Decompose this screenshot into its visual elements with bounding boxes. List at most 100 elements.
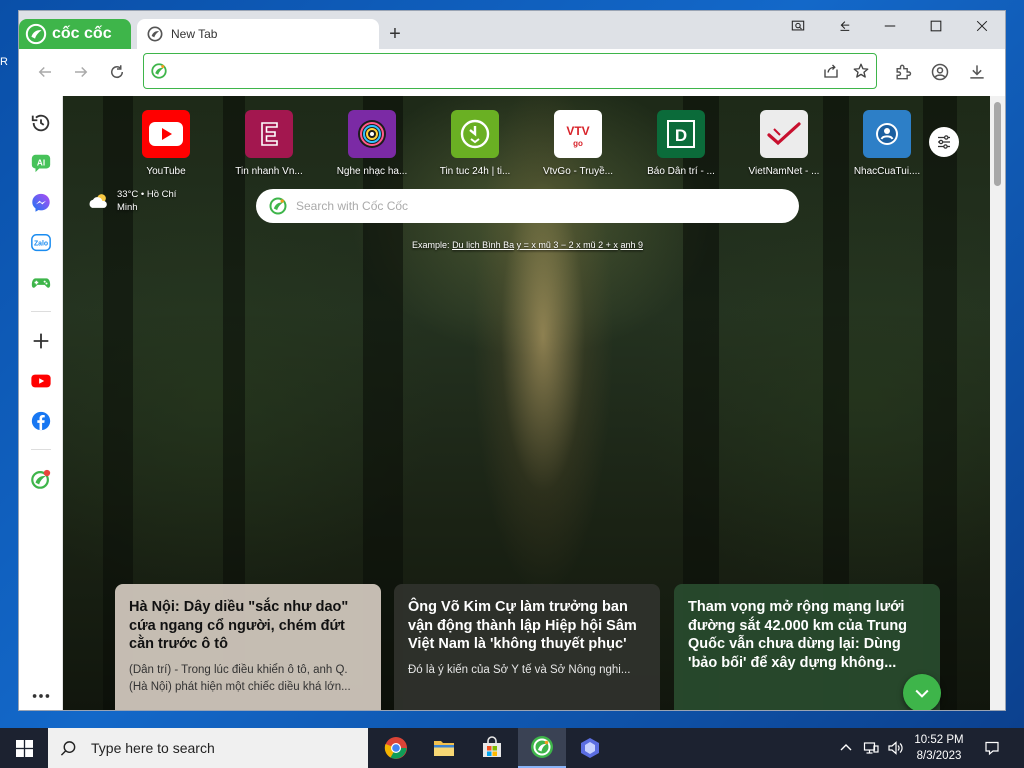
example-link[interactable]: y = x mũ 3 − 2 x mũ 2 + x [517, 240, 618, 250]
tab-search-button[interactable] [775, 11, 821, 41]
minimize-icon [884, 25, 896, 27]
taskbar-search[interactable] [48, 728, 368, 768]
zalo-icon: Zalo [31, 234, 51, 252]
history-icon [31, 114, 50, 132]
messenger-button[interactable] [28, 190, 54, 216]
windows-taskbar: 10:52 PM 8/3/2023 [0, 728, 1024, 768]
shortcut-label: Nghe nhạc ha... [336, 166, 408, 177]
profile-button[interactable] [926, 58, 954, 86]
weather-location: Minh [117, 202, 138, 213]
news-card[interactable]: Hà Nội: Dây diều "sắc như dao" cứa ngang… [115, 584, 381, 710]
downloads-button[interactable] [963, 58, 991, 86]
coccoc-favicon-icon [147, 26, 163, 42]
maximize-icon [930, 20, 942, 32]
taskbar-file-explorer[interactable] [420, 728, 468, 768]
games-button[interactable] [28, 270, 54, 296]
share-button[interactable] [816, 56, 846, 86]
news-description: Đó là ý kiến của Sở Y tế và Sở Nông nghi… [408, 663, 631, 676]
forward-button[interactable] [69, 60, 93, 84]
coccoc-search-box[interactable] [256, 189, 799, 223]
browser-window: cốc cốc New Tab + AI Zalo YouTube Tin nh… [18, 10, 1006, 711]
shortcut-label: NhacCuaTui.... [853, 166, 921, 177]
taskbar-app-blue[interactable] [566, 728, 614, 768]
sidebar-toggle-button[interactable] [821, 11, 867, 41]
sidebar: AI Zalo [19, 96, 63, 710]
shortcut-nghe-nhac[interactable]: Nghe nhạc ha... [320, 110, 424, 177]
notification-icon [985, 741, 999, 756]
search-icon [60, 740, 76, 756]
shortcut-youtube[interactable]: YouTube [114, 110, 218, 177]
news-title: Hà Nội: Dây diều "sắc như dao" cứa ngang… [129, 599, 349, 652]
scrollbar-thumb[interactable] [994, 102, 1001, 186]
shortcut-vtvgo[interactable]: VTV go VtvGo - Truyề... [526, 110, 630, 177]
shortcut-nhaccuatui[interactable]: NhacCuaTui.... [835, 110, 939, 177]
search-input[interactable] [296, 199, 799, 213]
hexagon-app-icon [581, 738, 599, 758]
weather-widget[interactable]: 33°C • Hồ Chí Minh [87, 188, 176, 214]
volume-button[interactable] [884, 728, 906, 768]
news-card[interactable]: Tham vọng mở rộng mạng lưới đường sắt 42… [674, 584, 940, 710]
speaker-icon [888, 741, 903, 755]
close-button[interactable] [959, 11, 1005, 41]
bookmark-button[interactable] [846, 56, 876, 86]
notifications-button[interactable] [978, 728, 1006, 768]
news-card[interactable]: Ông Võ Kim Cự làm trưởng ban vận động th… [394, 584, 660, 710]
browser-toolbar [19, 49, 1005, 95]
shortcut-tin-nhanh[interactable]: Tin nhanh Vn... [217, 110, 321, 177]
address-input[interactable] [172, 56, 816, 86]
customize-page-button[interactable] [929, 127, 959, 157]
coccoc-logo-icon [25, 23, 47, 45]
reload-icon [111, 65, 124, 78]
extensions-button[interactable] [889, 58, 917, 86]
zalo-button[interactable]: Zalo [28, 230, 54, 256]
sidebar-facebook-button[interactable] [28, 408, 54, 434]
network-button[interactable] [860, 728, 882, 768]
shortcut-label: VietNamNet - ... [748, 166, 820, 177]
add-sidebar-app-button[interactable] [28, 328, 54, 354]
back-arrows-icon [840, 21, 850, 31]
tab-new-tab[interactable]: New Tab [137, 19, 379, 49]
taskbar-clock[interactable]: 10:52 PM 8/3/2023 [906, 732, 972, 764]
more-options-button[interactable] [28, 683, 54, 709]
start-button[interactable] [0, 728, 48, 768]
shortcut-dan-tri[interactable]: D Báo Dân trí - ... [629, 110, 733, 177]
taskbar-search-input[interactable] [91, 740, 331, 756]
weather-temp: 33°C • Hồ Chí [117, 189, 177, 200]
coccoc-menu-button[interactable]: cốc cốc [19, 19, 131, 49]
vietnamnet-icon [760, 110, 808, 158]
ai-chat-button[interactable]: AI [28, 150, 54, 176]
reload-button[interactable] [105, 60, 129, 84]
taskbar-chrome[interactable] [372, 728, 420, 768]
letter-e-icon [245, 110, 293, 158]
maximize-button[interactable] [913, 11, 959, 41]
scroll-down-button[interactable] [903, 674, 941, 710]
sidebar-youtube-button[interactable] [28, 368, 54, 394]
clock-time: 10:52 PM [914, 734, 964, 746]
taskbar-store[interactable] [468, 728, 516, 768]
sidebar-divider [31, 311, 51, 312]
page-scrollbar[interactable] [990, 96, 1005, 710]
star-icon [853, 63, 869, 78]
back-button[interactable] [33, 60, 57, 84]
new-tab-button[interactable]: + [383, 23, 407, 47]
history-button[interactable] [28, 110, 54, 136]
ai-chat-icon: AI [31, 154, 51, 173]
arrow-left-icon [38, 66, 51, 78]
minimize-button[interactable] [867, 11, 913, 41]
shortcut-tin-tuc-24h[interactable]: Tin tuc 24h | ti... [423, 110, 527, 177]
svg-text:go: go [573, 139, 583, 148]
address-bar[interactable] [143, 53, 877, 89]
example-link[interactable]: anh 9 [620, 240, 643, 250]
shortcut-label: Tin nhanh Vn... [235, 166, 303, 177]
folder-icon [434, 741, 454, 756]
taskbar-coccoc[interactable] [518, 728, 566, 768]
windows-logo-icon [15, 739, 33, 757]
shortcut-vietnamnet[interactable]: VietNamNet - ... [732, 110, 836, 177]
shortcut-label: VtvGo - Truyề... [542, 166, 614, 177]
coccoc-extension-button[interactable] [28, 466, 54, 492]
news-title: Ông Võ Kim Cự làm trưởng ban vận động th… [408, 599, 637, 652]
tray-overflow-button[interactable] [836, 728, 856, 768]
example-link[interactable]: Du lịch Bình Ba [452, 240, 514, 250]
plus-icon [33, 333, 49, 349]
network-icon [863, 742, 879, 754]
